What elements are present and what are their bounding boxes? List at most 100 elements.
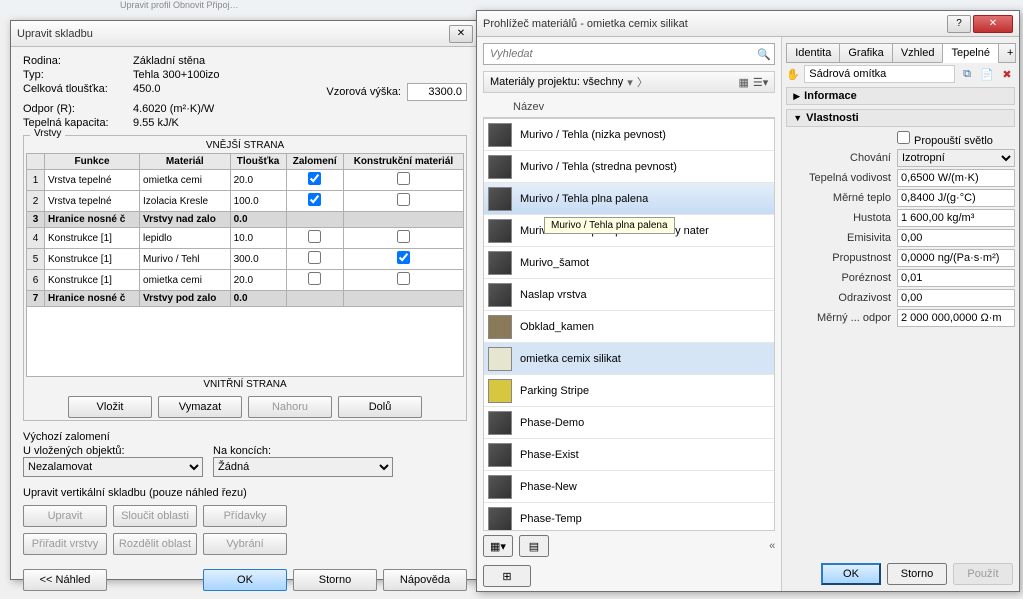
cond-label: Tepelná vodivost [786, 172, 897, 184]
reveals-button[interactable]: Vybrání [203, 533, 287, 555]
interior-label: VNITŘNÍ STRANA [26, 379, 464, 390]
col-mat: Materiál [140, 154, 231, 170]
section-props[interactable]: ▼Vlastnosti [786, 109, 1015, 127]
res-input[interactable] [897, 309, 1015, 327]
dens-input[interactable] [897, 209, 1015, 227]
help-icon[interactable]: ? [947, 15, 971, 33]
wrap-checkbox[interactable] [308, 193, 321, 206]
list-item[interactable]: Murivo_šamot [484, 247, 774, 279]
perm-input[interactable] [897, 249, 1015, 267]
open-library-button[interactable]: ⊞ [483, 565, 531, 587]
tab-identity[interactable]: Identita [786, 43, 840, 63]
list-item[interactable]: Murivo / Tehla (stredna pevnost) [484, 151, 774, 183]
hand-icon[interactable]: ✋ [786, 68, 800, 81]
sh-input[interactable] [897, 189, 1015, 207]
sweeps-button[interactable]: Přídavky [203, 505, 287, 527]
search-icon[interactable]: 🔍 [754, 48, 774, 61]
project-filter-label: Materiály projektu: všechny [490, 76, 623, 88]
list-item[interactable]: omietka cemix silikat [484, 343, 774, 375]
split-button[interactable]: Rozdělit oblast [113, 533, 197, 555]
layers-group-title: Vrstvy [30, 128, 65, 139]
material-swatch [488, 443, 512, 467]
search-input[interactable] [484, 48, 754, 60]
struct-checkbox[interactable] [397, 172, 410, 185]
section-info[interactable]: ▶Informace [786, 87, 1015, 105]
close-icon[interactable]: ✕ [973, 15, 1013, 33]
list-item[interactable]: Phase-Temp [484, 503, 774, 531]
list-item[interactable]: Obklad_kamen [484, 311, 774, 343]
wrap-ends-label: Na koncích: [213, 445, 393, 457]
merge-button[interactable]: Sloučit oblasti [113, 505, 197, 527]
type-value: Tehla 300+100izo [133, 69, 220, 81]
table-row[interactable]: 3Hranice nosné čVrstvy nad zalo0.0 [27, 212, 464, 228]
struct-checkbox[interactable] [397, 193, 410, 206]
apply-button[interactable]: Použít [953, 563, 1013, 585]
tab-graphics[interactable]: Grafika [839, 43, 892, 63]
wrap-checkbox[interactable] [308, 230, 321, 243]
col-thick: Tloušťka [230, 154, 286, 170]
list-item[interactable]: Phase-New [484, 471, 774, 503]
material-list[interactable]: Murivo / Tehla (nizka pevnost)Murivo / T… [483, 118, 775, 531]
refl-input[interactable] [897, 289, 1015, 307]
insert-button[interactable]: Vložit [68, 396, 152, 418]
modify-button[interactable]: Upravit [23, 505, 107, 527]
tooltip: Murivo / Tehla plna palena [544, 217, 675, 234]
table-row[interactable]: 4Konstrukce [1]lepidlo10.0 [27, 228, 464, 249]
wrap-checkbox[interactable] [308, 251, 321, 264]
list-item[interactable]: Murivo / Tehla plna palena - biely nater… [484, 215, 774, 247]
up-button[interactable]: Nahoru [248, 396, 332, 418]
list-item[interactable]: Phase-Exist [484, 439, 774, 471]
assign-button[interactable]: Přiřadit vrstvy [23, 533, 107, 555]
view-list-icon[interactable]: ▦ [738, 76, 748, 89]
table-row[interactable]: 2Vrstva tepelnéIzolacia Kresle100.0 [27, 191, 464, 212]
delete-icon[interactable]: ✖ [999, 68, 1015, 81]
cond-input[interactable] [897, 169, 1015, 187]
transmits-checkbox[interactable]: Propouští světlo [897, 135, 993, 147]
replace-icon[interactable]: ⧉ [959, 68, 975, 81]
new-material-button[interactable]: ▦▾ [483, 535, 513, 557]
table-row[interactable]: 1Vrstva tepelnéomietka cemi20.0 [27, 170, 464, 191]
cancel-button[interactable]: Storno [293, 569, 377, 591]
material-swatch [488, 411, 512, 435]
wrap-inserts-select[interactable]: Nezalamovat [23, 457, 203, 477]
list-item[interactable]: Naslap vrstva [484, 279, 774, 311]
ok-button[interactable]: OK [821, 563, 881, 585]
emis-label: Emisivita [786, 232, 897, 244]
search-box[interactable]: 🔍 [483, 43, 775, 65]
project-filter[interactable]: Materiály projektu: všechny ▾ 〉 ▦ ☰▾ [483, 71, 775, 93]
struct-checkbox[interactable] [397, 251, 410, 264]
poro-input[interactable] [897, 269, 1015, 287]
wrap-checkbox[interactable] [308, 272, 321, 285]
struct-checkbox[interactable] [397, 230, 410, 243]
collapse-icon[interactable]: « [769, 540, 775, 552]
delete-button[interactable]: Vymazat [158, 396, 242, 418]
behavior-select[interactable]: Izotropní [897, 149, 1015, 167]
wrap-ends-select[interactable]: Žádná [213, 457, 393, 477]
chevron-down-icon[interactable]: ▾ [627, 76, 633, 89]
down-button[interactable]: Dolů [338, 396, 422, 418]
table-row[interactable]: 6Konstrukce [1]omietka cemi20.0 [27, 270, 464, 291]
table-row[interactable]: 5Konstrukce [1]Murivo / Tehl300.0 [27, 249, 464, 270]
list-item[interactable]: Murivo / Tehla (nizka pevnost) [484, 119, 774, 151]
tab-thermal[interactable]: Tepelné [942, 43, 999, 63]
dens-label: Hustota [786, 212, 897, 224]
view-button[interactable]: ▤ [519, 535, 549, 557]
list-item[interactable]: Phase-Demo [484, 407, 774, 439]
thickness-value: 450.0 [133, 83, 161, 101]
ok-button[interactable]: OK [203, 569, 287, 591]
duplicate-icon[interactable]: 📄 [979, 68, 995, 81]
tab-appearance[interactable]: Vzhled [892, 43, 944, 63]
help-button[interactable]: Nápověda [383, 569, 467, 591]
list-item[interactable]: Parking Stripe [484, 375, 774, 407]
cancel-button[interactable]: Storno [887, 563, 947, 585]
sample-height-input[interactable] [407, 83, 467, 101]
view-menu-icon[interactable]: ☰▾ [753, 76, 768, 89]
tab-add-button[interactable]: + [998, 43, 1016, 63]
wrap-checkbox[interactable] [308, 172, 321, 185]
preview-button[interactable]: << Náhled [23, 569, 107, 591]
close-icon[interactable]: ✕ [449, 25, 473, 43]
emis-input[interactable] [897, 229, 1015, 247]
struct-checkbox[interactable] [397, 272, 410, 285]
list-item[interactable]: Murivo / Tehla plna palena [484, 183, 774, 215]
table-row[interactable]: 7Hranice nosné čVrstvy pod zalo0.0 [27, 291, 464, 307]
